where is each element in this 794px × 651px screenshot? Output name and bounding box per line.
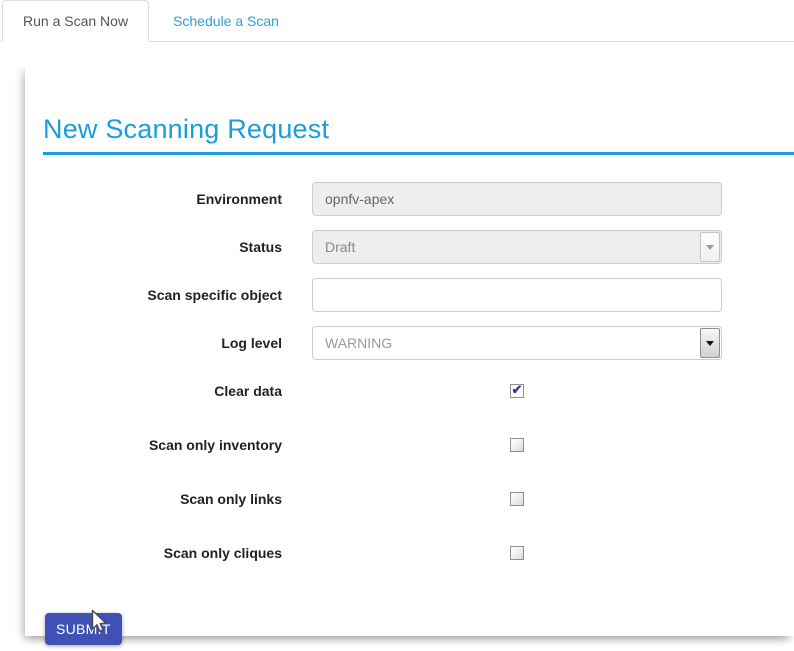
page-title: New Scanning Request — [43, 114, 794, 145]
clear-data-label: Clear data — [43, 383, 312, 399]
form-row-clear-data: Clear data — [43, 374, 794, 408]
scan-only-links-label: Scan only links — [43, 491, 312, 507]
form-row-log-level: Log level WARNING — [43, 326, 794, 360]
form-row-scan-specific-object: Scan specific object — [43, 278, 794, 312]
form-row-scan-only-inventory: Scan only inventory — [43, 428, 794, 462]
log-level-select-value: WARNING — [325, 335, 392, 351]
scan-only-cliques-checkbox[interactable] — [510, 546, 524, 560]
status-select-value: Draft — [325, 239, 355, 255]
environment-label: Environment — [43, 191, 312, 207]
scan-request-card: New Scanning Request Environment Status … — [25, 64, 794, 636]
chevron-down-icon[interactable] — [700, 328, 720, 358]
scan-only-links-checkbox[interactable] — [510, 492, 524, 506]
status-select: Draft — [312, 230, 722, 264]
form-row-scan-only-links: Scan only links — [43, 482, 794, 516]
status-label: Status — [43, 239, 312, 255]
tab-bar: Run a Scan Now Schedule a Scan — [0, 0, 794, 42]
log-level-select[interactable]: WARNING — [312, 326, 722, 360]
chevron-down-icon — [700, 232, 720, 262]
scan-only-inventory-checkbox[interactable] — [510, 438, 524, 452]
form-row-scan-only-cliques: Scan only cliques — [43, 536, 794, 570]
tab-run-a-scan-now[interactable]: Run a Scan Now — [2, 0, 149, 42]
scan-only-cliques-label: Scan only cliques — [43, 545, 312, 561]
scan-only-inventory-label: Scan only inventory — [43, 437, 312, 453]
form-row-status: Status Draft — [43, 230, 794, 264]
scan-specific-object-label: Scan specific object — [43, 287, 312, 303]
log-level-label: Log level — [43, 335, 312, 351]
environment-field — [312, 182, 722, 216]
scan-specific-object-input[interactable] — [312, 278, 722, 312]
submit-button[interactable]: SUBMIT — [45, 613, 122, 645]
clear-data-checkbox[interactable] — [510, 384, 524, 398]
form-row-environment: Environment — [43, 182, 794, 216]
tab-schedule-a-scan[interactable]: Schedule a Scan — [153, 1, 299, 41]
title-underline — [43, 152, 794, 155]
